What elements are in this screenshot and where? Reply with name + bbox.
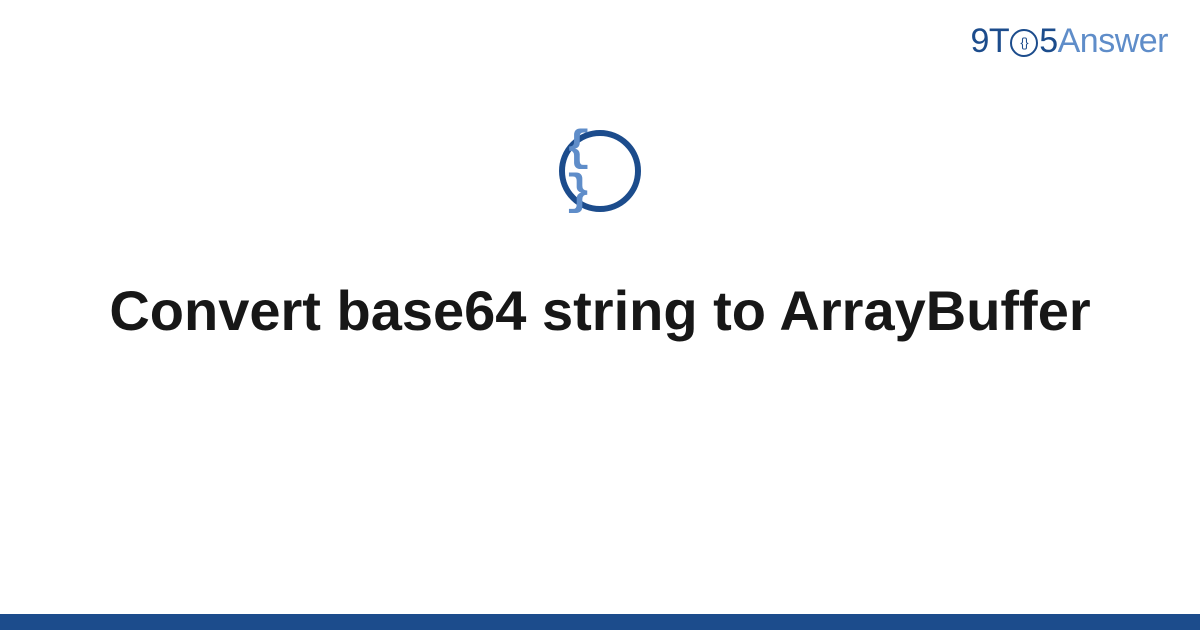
logo-five: 5: [1039, 22, 1057, 61]
site-logo: 9T {} 5Answer: [971, 22, 1168, 61]
page-title: Convert base64 string to ArrayBuffer: [0, 275, 1200, 347]
logo-clock-icon: {}: [1010, 29, 1038, 57]
logo-prefix: 9T: [971, 22, 1010, 61]
logo-clock-inner: {}: [1020, 36, 1028, 49]
topic-icon-circle: { }: [559, 130, 641, 212]
braces-icon: { }: [565, 127, 635, 215]
footer-bar: [0, 614, 1200, 630]
logo-suffix: Answer: [1058, 22, 1168, 61]
